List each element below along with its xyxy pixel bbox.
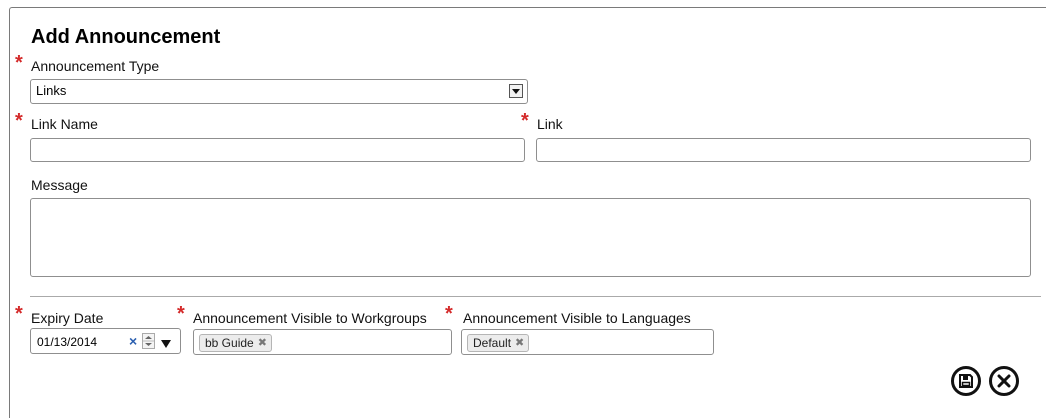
calendar-dropdown-icon[interactable] — [161, 337, 171, 351]
workgroups-label: Announcement Visible to Workgroups — [193, 310, 427, 326]
link-name-input[interactable] — [30, 138, 525, 162]
link-input[interactable] — [536, 138, 1031, 162]
required-marker: * — [445, 303, 453, 325]
announcement-type-value: Links — [36, 83, 67, 98]
languages-label: Announcement Visible to Languages — [463, 310, 691, 326]
save-button[interactable] — [951, 366, 981, 396]
dialog-title: Add Announcement — [31, 26, 221, 48]
cancel-button[interactable] — [989, 366, 1019, 396]
cancel-icon — [997, 374, 1011, 388]
remove-tag-icon[interactable]: ✖ — [258, 335, 267, 351]
message-textarea[interactable] — [30, 198, 1031, 277]
required-marker: * — [15, 303, 23, 325]
required-marker: * — [521, 110, 529, 132]
language-tag-label: Default — [473, 336, 512, 350]
announcement-type-select[interactable]: Links — [30, 79, 528, 104]
clear-date-icon[interactable]: × — [129, 333, 137, 349]
announcement-type-label: Announcement Type — [31, 58, 160, 74]
section-divider — [30, 296, 1041, 297]
save-icon — [959, 374, 973, 388]
expiry-date-value: 01/13/2014 — [37, 335, 98, 349]
message-label: Message — [31, 177, 88, 193]
dropdown-arrow-icon[interactable] — [509, 84, 523, 98]
expiry-date-label: Expiry Date — [31, 310, 104, 326]
workgroup-tag-label: bb Guide — [205, 336, 254, 350]
required-marker: * — [15, 52, 23, 74]
link-label: Link — [537, 116, 563, 132]
expiry-date-picker[interactable]: 01/13/2014 × — [30, 328, 181, 354]
language-tag: Default ✖ — [467, 334, 530, 352]
link-name-label: Link Name — [31, 116, 98, 132]
remove-tag-icon[interactable]: ✖ — [515, 335, 524, 351]
required-marker: * — [177, 303, 185, 325]
workgroup-tag: bb Guide ✖ — [199, 334, 272, 352]
required-marker: * — [15, 110, 23, 132]
workgroups-tag-input[interactable]: bb Guide ✖ — [193, 329, 452, 355]
date-spinner[interactable] — [142, 333, 155, 349]
languages-tag-input[interactable]: Default ✖ — [461, 329, 714, 355]
